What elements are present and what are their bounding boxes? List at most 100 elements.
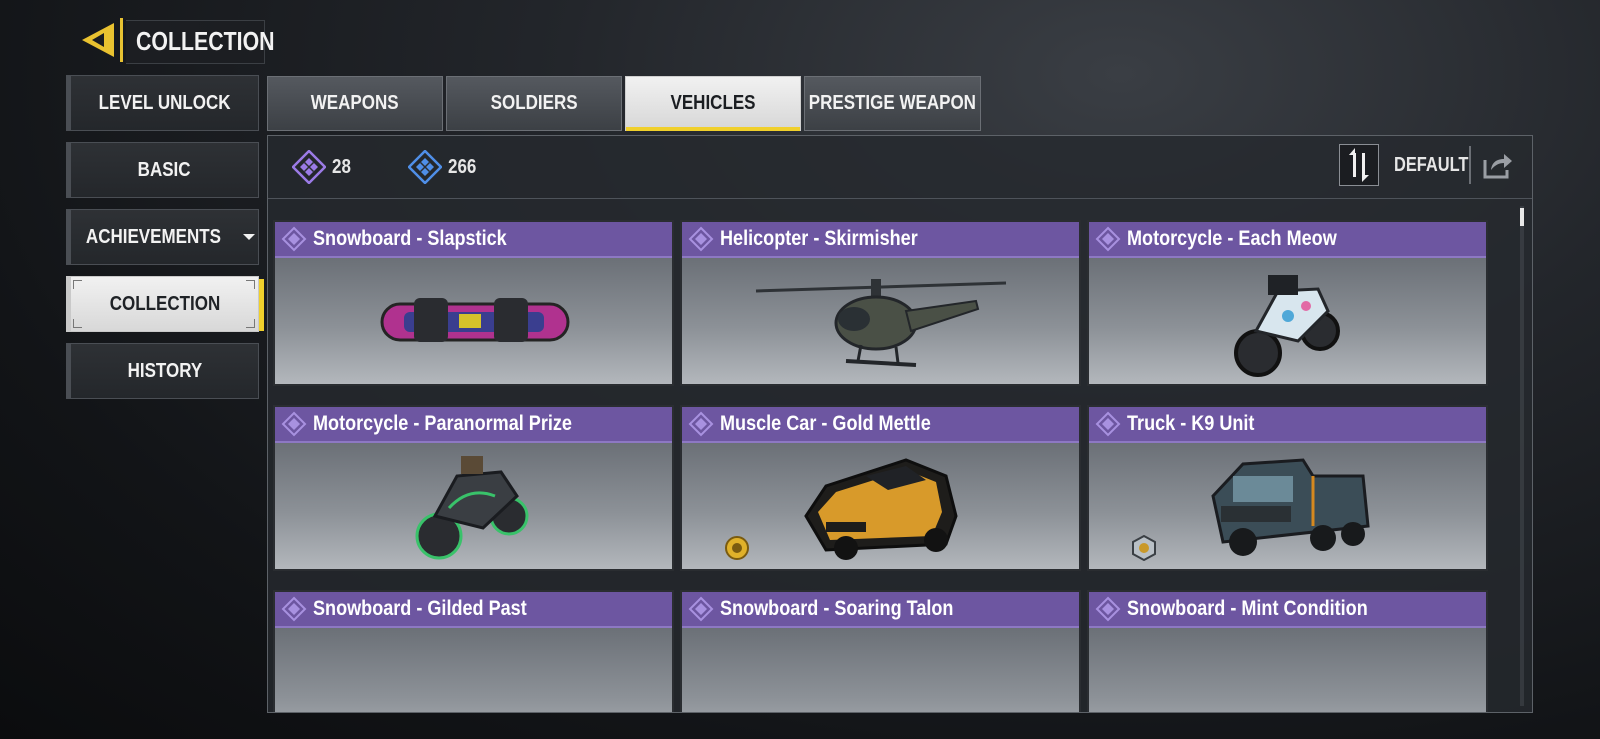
card-image — [275, 628, 672, 712]
card-image — [682, 628, 1079, 712]
tab-prestige-weapon[interactable]: PRESTIGE WEAPON — [804, 76, 981, 131]
car-icon — [803, 458, 958, 560]
card-title: Snowboard - Mint Condition — [1127, 597, 1368, 620]
sort-arrows-icon — [1349, 148, 1369, 182]
blue-currency-amount: 266 — [448, 155, 477, 178]
card-header: Truck - K9 Unit — [1089, 407, 1486, 443]
back-arrow-icon — [82, 23, 114, 57]
vehicle-card-snowboard-soaring-talon[interactable]: Snowboard - Soaring Talon — [680, 590, 1081, 712]
helicopter-icon — [755, 279, 1006, 367]
snowboard-icon — [781, 674, 981, 712]
sidebar-item-label: COLLECTION — [109, 292, 220, 315]
rarity-diamond-icon — [281, 411, 307, 437]
currency-bar: 28 266 DEFAULT — [268, 136, 1532, 199]
rarity-diamond-icon — [688, 226, 714, 252]
chevron-down-icon — [242, 234, 255, 240]
vehicle-card-snowboard-mint-condition[interactable]: Snowboard - Mint Condition — [1087, 590, 1488, 712]
purple-currency: 28 — [292, 150, 354, 184]
sidebar-item-history[interactable]: HISTORY — [66, 343, 259, 399]
sidebar-item-label: LEVEL UNLOCK — [98, 91, 231, 114]
card-image — [275, 443, 672, 569]
vehicle-card-snowboard-gilded-past[interactable]: Snowboard - Gilded Past — [273, 590, 674, 712]
sidebar-item-achievements[interactable]: ACHIEVEMENTS — [66, 209, 259, 265]
scrollbar-thumb[interactable] — [1520, 208, 1524, 226]
corner-decoration — [246, 319, 255, 328]
rarity-diamond-icon — [1095, 596, 1121, 622]
header-divider — [120, 18, 123, 62]
tab-vehicles[interactable]: VEHICLES — [625, 76, 801, 131]
vehicle-card-truck-k9-unit[interactable]: Truck - K9 Unit — [1087, 405, 1488, 571]
blue-currency: 266 — [408, 150, 481, 184]
vehicle-grid: Snowboard - Slapstick Helicopter - Skirm… — [268, 206, 1514, 712]
rarity-diamond-icon — [688, 411, 714, 437]
card-title: Motorcycle - Paranormal Prize — [313, 412, 572, 435]
vehicle-card-helicopter-skirmisher[interactable]: Helicopter - Skirmisher — [680, 220, 1081, 386]
card-image — [682, 443, 1079, 569]
snowboard-icon — [380, 298, 569, 342]
vehicle-card-snowboard-slapstick[interactable]: Snowboard - Slapstick — [273, 220, 674, 386]
sort-order-button[interactable] — [1339, 144, 1379, 186]
sidebar-item-level-unlock[interactable]: LEVEL UNLOCK — [66, 75, 259, 131]
sidebar-item-label: ACHIEVEMENTS — [85, 225, 222, 248]
card-header: Snowboard - Slapstick — [275, 222, 672, 258]
corner-decoration — [246, 280, 255, 289]
snowboard-icon — [374, 674, 574, 712]
scrollbar-track[interactable] — [1520, 206, 1524, 706]
tab-label: PRESTIGE WEAPON — [808, 92, 977, 114]
back-button[interactable] — [78, 19, 118, 61]
card-header: Muscle Car - Gold Mettle — [682, 407, 1079, 443]
gold-badge-icon — [725, 536, 749, 560]
card-title: Snowboard - Slapstick — [313, 227, 507, 250]
card-title: Snowboard - Gilded Past — [313, 597, 527, 620]
sidebar-item-label: HISTORY — [127, 359, 202, 382]
rarity-diamond-icon — [281, 596, 307, 622]
tab-label: VEHICLES — [670, 92, 756, 114]
card-header: Helicopter - Skirmisher — [682, 222, 1079, 258]
sidebar-item-collection[interactable]: COLLECTION — [66, 276, 264, 332]
sort-label[interactable]: DEFAULT — [1394, 154, 1468, 177]
vehicle-card-muscle-car-gold-mettle[interactable]: Muscle Car - Gold Mettle — [680, 405, 1081, 571]
purple-currency-amount: 28 — [332, 155, 351, 178]
toolbar-divider — [1469, 146, 1471, 184]
vehicle-card-motorcycle-paranormal-prize[interactable]: Motorcycle - Paranormal Prize — [273, 405, 674, 571]
card-title: Helicopter - Skirmisher — [720, 227, 918, 250]
card-header: Motorcycle - Paranormal Prize — [275, 407, 672, 443]
snowboard-icon — [1188, 674, 1388, 712]
vehicle-card-motorcycle-each-meow[interactable]: Motorcycle - Each Meow — [1087, 220, 1488, 386]
motorcycle-icon — [1233, 275, 1340, 377]
sidebar-item-label: BASIC — [138, 158, 191, 181]
card-image — [682, 258, 1079, 384]
share-icon — [1483, 154, 1512, 179]
corner-decoration — [73, 280, 82, 289]
card-title: Muscle Car - Gold Mettle — [720, 412, 931, 435]
card-header: Snowboard - Soaring Talon — [682, 592, 1079, 628]
card-header: Motorcycle - Each Meow — [1089, 222, 1486, 258]
purple-diamond-icon — [292, 150, 326, 184]
truck-icon — [1210, 458, 1370, 556]
card-title: Motorcycle - Each Meow — [1127, 227, 1337, 250]
tab-label: WEAPONS — [311, 92, 399, 114]
page-title: COLLECTION — [136, 26, 275, 56]
share-button[interactable] — [1480, 148, 1514, 182]
rarity-diamond-icon — [281, 226, 307, 252]
sidebar-item-basic[interactable]: BASIC — [66, 142, 259, 198]
card-image — [275, 258, 672, 384]
tab-label: SOLDIERS — [490, 92, 578, 114]
rarity-diamond-icon — [1095, 411, 1121, 437]
blue-diamond-icon — [408, 150, 442, 184]
rarity-diamond-icon — [688, 596, 714, 622]
card-title: Snowboard - Soaring Talon — [720, 597, 954, 620]
rarity-diamond-icon — [1095, 226, 1121, 252]
card-title: Truck - K9 Unit — [1127, 412, 1255, 435]
card-image — [1089, 258, 1486, 384]
collection-panel: 28 266 DEFAULT Snowboard - Slapstick Hel… — [267, 135, 1533, 713]
tab-soldiers[interactable]: SOLDIERS — [446, 76, 622, 131]
card-header: Snowboard - Mint Condition — [1089, 592, 1486, 628]
motorcycle-icon — [415, 456, 528, 560]
card-header: Snowboard - Gilded Past — [275, 592, 672, 628]
tab-weapons[interactable]: WEAPONS — [267, 76, 443, 131]
card-image — [1089, 443, 1486, 569]
silver-badge-icon — [1132, 535, 1156, 561]
corner-decoration — [73, 319, 82, 328]
card-image — [1089, 628, 1486, 712]
